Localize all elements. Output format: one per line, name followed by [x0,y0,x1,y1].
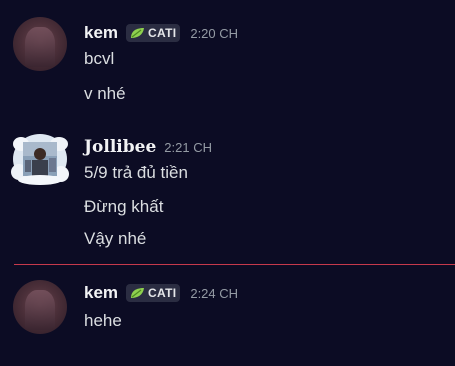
leaf-icon [131,28,145,38]
message-text[interactable]: 5/9 trả đủ tiền [84,163,188,183]
chat-message-list: kem CATI 2:20 CH bcvl v nhé Jollibee 2:2… [0,0,455,366]
avatar-image [11,130,69,188]
avatar[interactable] [13,17,67,71]
server-tag-badge[interactable]: CATI [126,284,181,302]
message-text[interactable]: bcvl [84,49,114,69]
message-header: kem CATI 2:24 CH [84,281,238,305]
message-header: Jollibee 2:21 CH [84,135,212,159]
username[interactable]: kem [84,283,118,303]
timestamp[interactable]: 2:24 CH [190,286,238,301]
new-messages-divider [14,264,455,265]
leaf-icon [131,288,145,298]
message-header: kem CATI 2:20 CH [84,21,238,45]
timestamp[interactable]: 2:20 CH [190,26,238,41]
avatar[interactable] [11,130,69,188]
tag-label: CATI [148,26,177,40]
message-text[interactable]: Đừng khất [84,197,163,217]
username[interactable]: kem [84,23,118,43]
message-text[interactable]: v nhé [84,84,126,104]
message-text[interactable]: Vậy nhé [84,229,146,249]
message-text[interactable]: hehe [84,311,122,331]
avatar[interactable] [13,280,67,334]
timestamp[interactable]: 2:21 CH [164,140,212,155]
tag-label: CATI [148,286,177,300]
server-tag-badge[interactable]: CATI [126,24,181,42]
username[interactable]: Jollibee [84,137,156,157]
